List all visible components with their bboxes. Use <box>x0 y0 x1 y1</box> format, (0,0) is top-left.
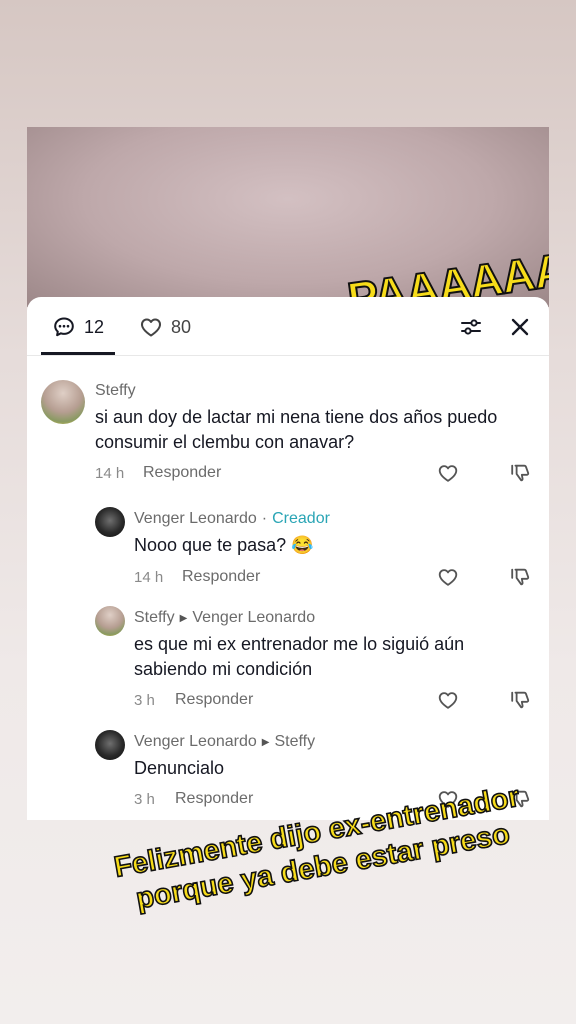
comment-text: Denuncialo <box>134 758 225 778</box>
comment-text: si aun doy de lactar mi nena tiene dos a… <box>95 407 498 452</box>
close-icon <box>511 318 529 336</box>
dislike-icon[interactable] <box>509 566 531 588</box>
comments-header: 12 80 <box>27 297 549 356</box>
sliders-icon <box>461 319 481 335</box>
avatar[interactable] <box>41 380 85 424</box>
active-tab-indicator <box>41 352 115 355</box>
comment-author[interactable]: Venger Leonardo ▶ Steffy <box>134 733 315 751</box>
avatar[interactable] <box>95 730 125 760</box>
avatar[interactable] <box>95 507 125 537</box>
creator-badge: Creador <box>272 510 330 527</box>
comment-text: Nooo que te pasa? 😂 <box>134 535 314 555</box>
comment-bubble-icon <box>54 317 74 337</box>
video-frame[interactable]: PAAAAAA <box>27 127 549 307</box>
avatar[interactable] <box>95 606 125 636</box>
reply-button[interactable]: Responder <box>175 691 253 709</box>
close-button[interactable] <box>508 315 532 339</box>
reply-button[interactable]: Responder <box>182 568 260 586</box>
comment-author[interactable]: Venger Leonardo · Creador <box>134 510 330 528</box>
comment-author[interactable]: Steffy ▶ Venger Leonardo <box>134 609 315 627</box>
reply-button[interactable]: Responder <box>143 464 221 482</box>
author-name[interactable]: Steffy <box>134 609 175 627</box>
comment-time: 3 h <box>134 791 155 808</box>
reply-to-name[interactable]: Venger Leonardo <box>192 609 315 627</box>
separator-dot: · <box>261 510 268 527</box>
comment-time: 3 h <box>134 692 155 709</box>
reply-button[interactable]: Responder <box>175 790 253 808</box>
heart-icon <box>140 318 162 337</box>
reply-arrow-icon: ▶ <box>261 736 270 748</box>
author-name[interactable]: Venger Leonardo <box>134 733 257 751</box>
filter-button[interactable] <box>459 315 483 339</box>
dislike-icon[interactable] <box>509 462 531 484</box>
like-heart-icon[interactable] <box>437 689 459 711</box>
comments-count: 12 <box>84 316 105 337</box>
comment-time: 14 h <box>134 569 164 586</box>
comment-author[interactable]: Steffy <box>95 382 136 400</box>
dislike-icon[interactable] <box>509 689 531 711</box>
like-heart-icon[interactable] <box>437 462 459 484</box>
like-heart-icon[interactable] <box>437 566 459 588</box>
author-name[interactable]: Venger Leonardo <box>134 510 257 528</box>
comments-sheet: 12 80 Steffy si aun doy de lactar mi nen… <box>27 297 549 820</box>
reply-arrow-icon: ▶ <box>179 612 188 624</box>
author-name[interactable]: Steffy <box>95 382 136 400</box>
tab-likes[interactable]: 80 <box>139 315 191 339</box>
likes-count: 80 <box>171 316 192 337</box>
tab-comments[interactable]: 12 <box>52 315 104 339</box>
comment-time: 14 h <box>95 465 125 482</box>
reply-to-name[interactable]: Steffy <box>274 733 315 751</box>
comment-text: es que mi ex entrenador me lo siguió aún… <box>134 634 465 679</box>
